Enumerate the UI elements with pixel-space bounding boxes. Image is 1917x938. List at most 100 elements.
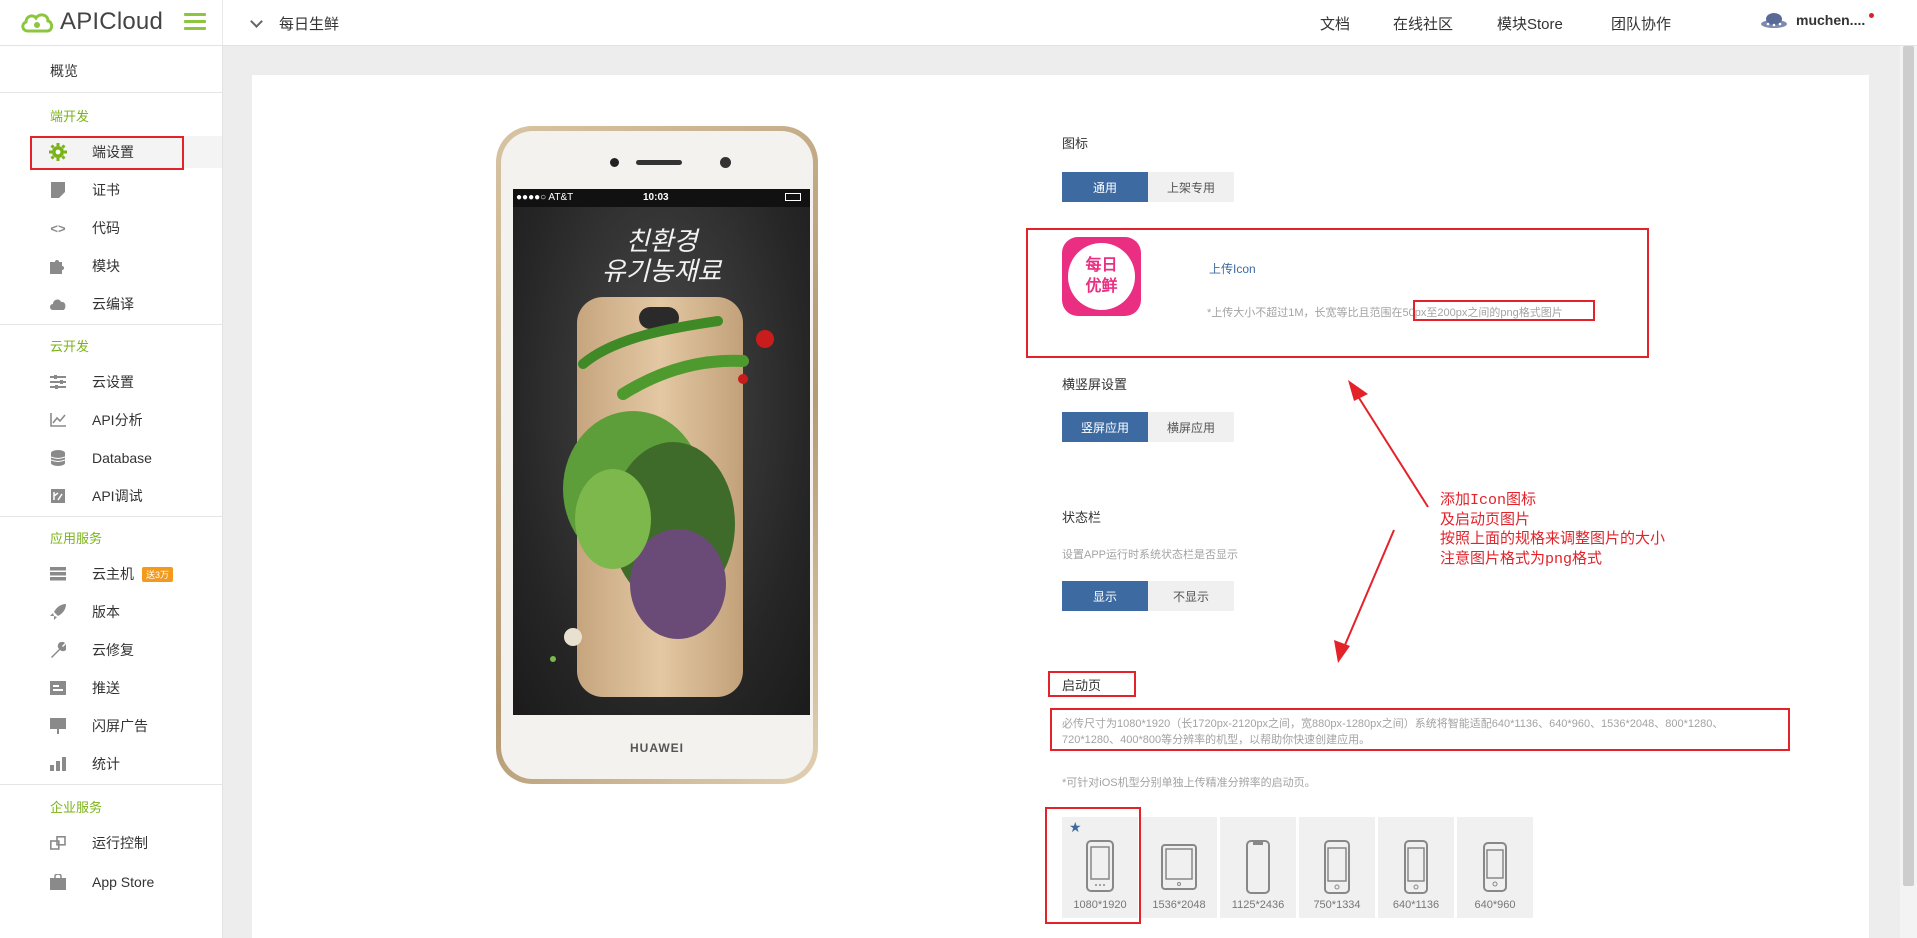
sidebar-item-app-store[interactable]: App Store: [30, 866, 222, 898]
app-selector[interactable]: 每日生鲜: [250, 13, 340, 34]
chevron-down-icon: [250, 14, 263, 28]
sidebar-item-label: API分析: [92, 412, 143, 428]
sidebar-item-database[interactable]: Database: [30, 442, 222, 474]
statusbar-show-button[interactable]: 显示: [1062, 581, 1148, 611]
device-size-label: 1125*2436: [1231, 899, 1285, 911]
line-chart-icon: [48, 411, 68, 429]
sidebar: 概览 端开发 端设置 证书 <> 代码 模块 云编译 云开发 云设置 API分析…: [0, 46, 223, 938]
sidebar-item-version[interactable]: 版本: [30, 596, 222, 628]
sensor-icon: [720, 157, 731, 168]
code-icon: <>: [50, 220, 66, 236]
annotation-note: 添加Icon图标 及启动页图片 按照上面的规格来调整图片的大小 注意图片格式为p…: [1440, 492, 1666, 568]
statusbar-hide-button[interactable]: 不显示: [1148, 581, 1234, 611]
bag-icon: [48, 873, 68, 891]
sidebar-item-cloud-build[interactable]: 云编译: [30, 288, 222, 320]
ad-icon: [48, 717, 68, 735]
sidebar-item-label: 版本: [92, 604, 120, 620]
statusbar-desc: 设置APP运行时系统状态栏是否显示: [1062, 549, 1239, 561]
phone-brand-label: HUAWEI: [630, 741, 684, 755]
ios-launch-hint: *可针对iOS机型分别单独上传精准分辨率的启动页。: [1062, 777, 1316, 789]
highlight-box-size-hint: [1413, 300, 1595, 321]
launch-screen-preview: ●●●●○ AT&T 10:03 친환경 유기농재료: [513, 189, 810, 715]
sidebar-item-api-debug[interactable]: API调试: [30, 480, 222, 512]
user-menu[interactable]: muchen....: [1760, 12, 1875, 28]
launch-device-1125x2436[interactable]: 1125*2436: [1220, 817, 1296, 918]
highlight-box-launch-desc: [1050, 708, 1790, 751]
debug-icon: [48, 487, 68, 505]
sidebar-item-label: 统计: [92, 756, 120, 772]
portrait-button[interactable]: 竖屏应用: [1062, 412, 1148, 442]
section-client-dev: 端开发: [50, 109, 90, 124]
nav-docs[interactable]: 文档: [1320, 13, 1350, 34]
nav-team[interactable]: 团队协作: [1611, 13, 1671, 34]
scrollbar-thumb[interactable]: [1903, 46, 1914, 886]
tab-general[interactable]: 通用: [1062, 172, 1148, 202]
brand-name: APICloud: [60, 8, 163, 35]
sidebar-item-label: App Store: [92, 874, 155, 890]
sidebar-item-run-control[interactable]: 运行控制: [30, 827, 222, 859]
top-bar: APICloud 每日生鲜 文档 在线社区 模块Store 团队协作 muche…: [0, 0, 1917, 46]
sidebar-item-stats[interactable]: 统计: [30, 748, 222, 780]
tablet-icon: [1161, 844, 1197, 890]
icon-section-title: 图标: [1062, 136, 1089, 151]
nav-community[interactable]: 在线社区: [1393, 13, 1453, 34]
sidebar-item-push[interactable]: 推送: [30, 672, 222, 704]
highlight-box-client-settings: [30, 136, 184, 170]
sidebar-item-overview[interactable]: 概览: [50, 61, 78, 81]
device-size-label: 1536*2048: [1152, 899, 1206, 911]
sidebar-item-label: 云修复: [92, 642, 134, 658]
camera-icon: [610, 158, 619, 167]
apicloud-logo[interactable]: APICloud: [20, 8, 163, 35]
control-icon: [48, 834, 68, 852]
earpiece: [636, 160, 682, 165]
orientation-title: 横竖屏设置: [1062, 377, 1128, 392]
sidebar-divider: [0, 516, 222, 517]
sidebar-item-label: 云设置: [92, 374, 134, 390]
sidebar-item-cloud-settings[interactable]: 云设置: [30, 366, 222, 398]
launch-device-1536x2048[interactable]: 1536*2048: [1141, 817, 1217, 918]
sidebar-item-label: 运行控制: [92, 835, 148, 851]
sidebar-item-label: 模块: [92, 258, 120, 274]
certificate-icon: [48, 181, 68, 199]
sidebar-item-label: 代码: [92, 220, 120, 236]
launch-device-640x1136[interactable]: 640*1136: [1378, 817, 1454, 918]
sliders-icon: [48, 373, 68, 391]
section-enterprise: 企业服务: [50, 800, 103, 815]
vegetables-image: [550, 316, 774, 662]
menu-toggle-icon[interactable]: [184, 13, 206, 31]
sidebar-item-api-analytics[interactable]: API分析: [30, 404, 222, 436]
sidebar-item-code[interactable]: <> 代码: [30, 212, 222, 244]
sidebar-item-cloud-fix[interactable]: 云修复: [30, 634, 222, 666]
launch-device-640x960[interactable]: 640*960: [1457, 817, 1533, 918]
section-cloud-dev: 云开发: [50, 339, 90, 354]
sidebar-item-label: API调试: [92, 488, 143, 504]
device-size-label: 750*1334: [1313, 899, 1361, 911]
app-name: 每日生鲜: [279, 16, 340, 33]
username: muchen....: [1796, 12, 1866, 28]
bar-chart-icon: [48, 755, 68, 773]
sidebar-item-label: 闪屏广告: [92, 718, 148, 734]
phone-body: ●●●●○ AT&T 10:03 친환경 유기농재료 HUAWEI: [501, 131, 813, 779]
iphone-icon: [1324, 840, 1350, 894]
tab-store-listing[interactable]: 上架专用: [1148, 172, 1234, 202]
sidebar-item-label: 证书: [92, 182, 120, 198]
device-size-label: 640*1136: [1392, 899, 1440, 911]
sidebar-item-module[interactable]: 模块: [30, 250, 222, 282]
nav-module-store[interactable]: 模块Store: [1497, 13, 1563, 34]
sidebar-item-label: 推送: [92, 680, 120, 696]
sidebar-item-certificate[interactable]: 证书: [30, 174, 222, 206]
sidebar-item-cloud-host[interactable]: 云主机 送3万: [30, 558, 222, 590]
launch-device-750x1334[interactable]: 750*1334: [1299, 817, 1375, 918]
sidebar-item-label: 云主机: [92, 566, 134, 582]
puzzle-icon: [48, 257, 68, 275]
sidebar-divider: [0, 92, 222, 93]
iphone-icon: [1483, 842, 1507, 892]
sidebar-item-label: Database: [92, 450, 152, 466]
sidebar-divider: [0, 784, 222, 785]
sidebar-item-splash-ad[interactable]: 闪屏广告: [30, 710, 222, 742]
cloud-logo-icon: [21, 13, 54, 33]
sidebar-item-label: 云编译: [92, 296, 134, 312]
landscape-button[interactable]: 横屏应用: [1148, 412, 1234, 442]
phone-preview: ●●●●○ AT&T 10:03 친환경 유기농재료 HUAWEI: [496, 126, 818, 784]
wrench-icon: [48, 641, 68, 659]
